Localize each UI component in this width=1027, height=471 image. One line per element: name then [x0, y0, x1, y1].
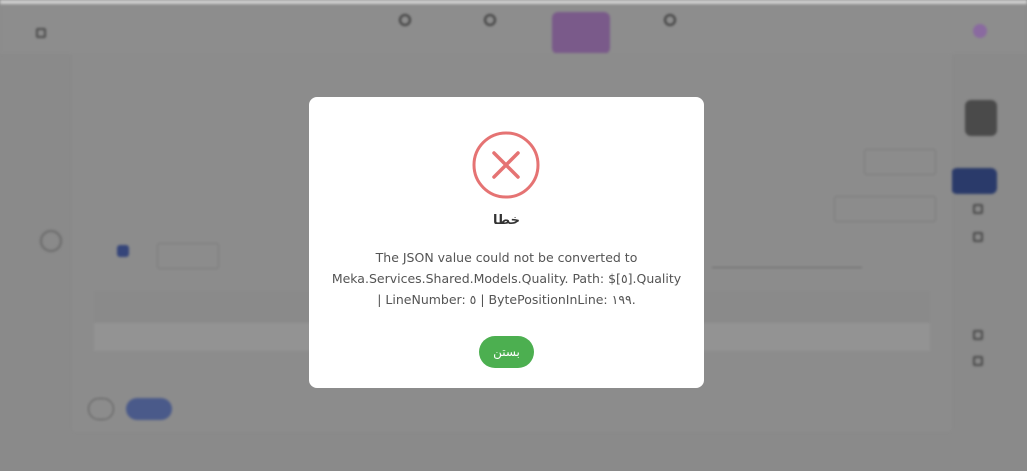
side-icon	[973, 204, 983, 214]
error-dialog: خطا The JSON value could not be converte…	[309, 97, 704, 388]
error-message-line: | LineNumber: ٥ | BytePositionInLine: ١٩…	[377, 292, 636, 307]
error-message-line: The JSON value could not be converted to	[375, 250, 638, 265]
nav-icon	[484, 14, 496, 26]
side-icon	[973, 356, 983, 366]
nav-item-4	[640, 14, 700, 30]
side-circle	[40, 230, 62, 252]
background-edit-button	[88, 398, 114, 420]
error-message: The JSON value could not be converted to…	[329, 247, 684, 310]
background-primary-button	[126, 398, 172, 420]
background-input	[834, 196, 936, 222]
nav-item-2	[460, 14, 520, 30]
nav-item-active	[552, 12, 610, 54]
error-title: خطا	[493, 213, 520, 228]
nav-icon	[664, 14, 676, 26]
brand-logo	[973, 24, 987, 38]
error-message-line: Meka.Services.Shared.Models.Quality. Pat…	[331, 271, 682, 286]
side-button	[951, 168, 997, 194]
nav-item-1	[375, 14, 435, 30]
top-navigation-bar	[0, 4, 1027, 54]
background-input	[864, 149, 936, 175]
side-icon	[973, 232, 983, 242]
error-x-circle-icon	[472, 131, 540, 199]
background-filter	[157, 243, 219, 269]
side-icon	[973, 330, 983, 340]
close-button[interactable]: بستن	[479, 336, 534, 368]
background-checkbox	[117, 245, 129, 257]
side-avatar	[965, 100, 997, 136]
menu-icon	[36, 28, 46, 38]
background-select	[712, 243, 862, 268]
nav-icon	[399, 14, 411, 26]
